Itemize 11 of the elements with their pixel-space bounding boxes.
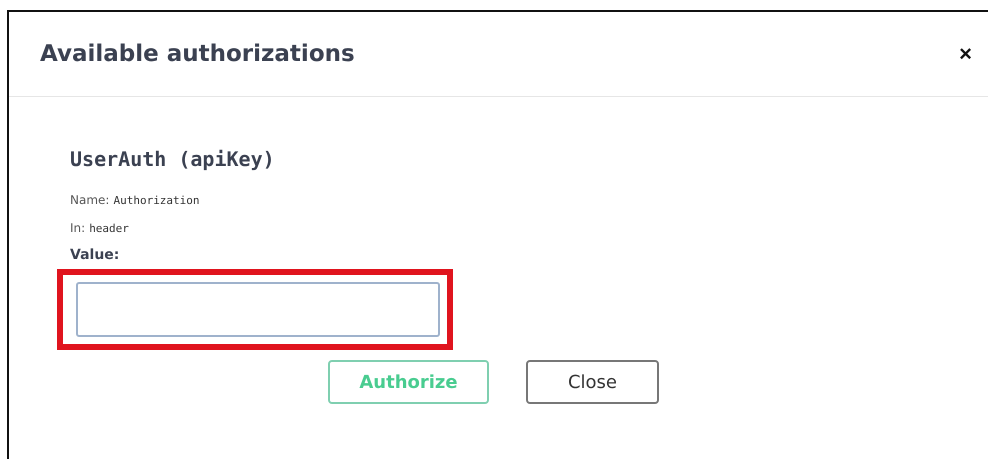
detail-value: header	[89, 222, 129, 235]
scheme-type: (apiKey)	[178, 147, 275, 171]
detail-label: Name:	[70, 193, 110, 207]
scheme-name: UserAuth	[70, 147, 166, 171]
detail-value: Authorization	[113, 194, 200, 207]
value-input-field[interactable]	[76, 282, 440, 337]
close-button[interactable]: Close	[526, 360, 659, 404]
detail-label: In:	[70, 221, 86, 235]
dialog-title: Available authorizations	[40, 41, 355, 67]
close-button[interactable]: ×	[955, 41, 976, 67]
value-label: Value:	[70, 247, 120, 263]
